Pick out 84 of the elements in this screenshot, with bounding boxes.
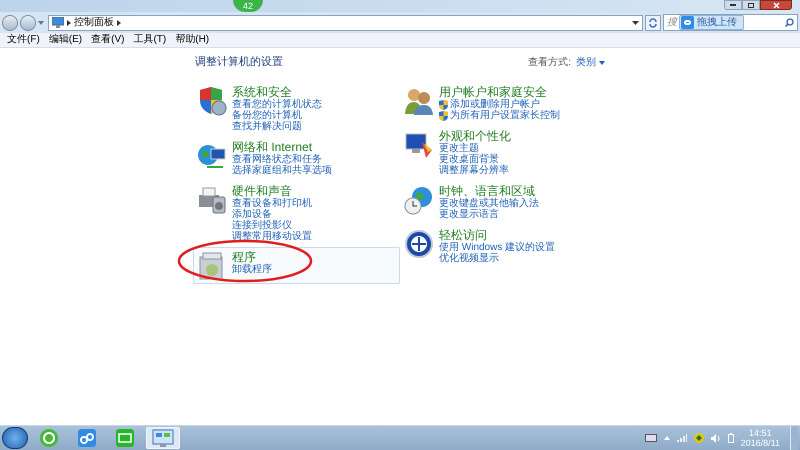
category-link[interactable]: 选择家庭组和共享选项	[232, 165, 332, 176]
clock-globe-icon	[404, 185, 434, 215]
control-panel-icon	[152, 428, 174, 448]
close-button[interactable]	[760, 0, 792, 10]
forward-button[interactable]	[20, 14, 36, 30]
category-title[interactable]: 外观和个性化	[439, 129, 511, 143]
battery-icon	[728, 433, 734, 443]
category-link[interactable]: 添加或删除用户帐户	[450, 99, 540, 110]
category-item[interactable]: 时钟、语言和区域 更改键盘或其他输入法 更改显示语言	[400, 181, 607, 223]
accessibility-icon	[404, 229, 434, 259]
computer-icon	[52, 17, 64, 28]
address-field[interactable]: 控制面板	[48, 14, 643, 30]
category-link[interactable]: 调整屏幕分辨率	[439, 165, 509, 176]
menu-item[interactable]: 帮助(H)	[175, 35, 210, 45]
category-link[interactable]: 更改主题	[439, 143, 479, 154]
clock-time: 14:51	[749, 428, 772, 438]
menu-item[interactable]: 文件(F)	[7, 35, 40, 45]
category-link[interactable]: 查看网络状态和任务	[232, 154, 322, 165]
category-link[interactable]: 查看您的计算机状态	[232, 99, 322, 110]
breadcrumb-item[interactable]: 控制面板	[74, 18, 114, 28]
dropdown-caret-icon	[599, 60, 605, 64]
menu-item[interactable]: 查看(V)	[91, 35, 124, 45]
category-item[interactable]: 用户帐户和家庭安全 添加或删除用户帐户 为所有用户设置家长控制	[400, 82, 607, 124]
category-link[interactable]: 为所有用户设置家长控制	[450, 110, 560, 121]
shield-icon	[439, 100, 448, 110]
category-link[interactable]: 连接到投影仪	[232, 220, 292, 231]
category-title[interactable]: 程序	[232, 250, 272, 264]
category-item[interactable]: 系统和安全 查看您的计算机状态 备份您的计算机 查找并解决问题	[193, 82, 400, 135]
category-link[interactable]: 查看设备和打印机	[232, 198, 312, 209]
security-icon	[694, 433, 704, 443]
category-link[interactable]: 优化视频显示	[439, 253, 499, 264]
shield-icon	[439, 110, 448, 120]
printer-icon	[197, 185, 227, 215]
keyboard-icon	[644, 434, 657, 442]
category-link[interactable]: 使用 Windows 建议的设置	[439, 242, 556, 253]
chevron-icon	[117, 20, 121, 26]
category-title[interactable]: 网络和 Internet	[232, 140, 332, 154]
category-link[interactable]: 添加设备	[232, 209, 272, 220]
search-field[interactable]: 搜	[667, 18, 677, 28]
cloud-icon	[77, 428, 97, 448]
refresh-icon	[648, 18, 658, 28]
shield-icon	[197, 86, 227, 116]
page-heading: 调整计算机的设置	[195, 57, 283, 68]
view-by-dropdown[interactable]: 类别	[576, 58, 605, 68]
category-title[interactable]: 硬件和声音	[232, 184, 312, 198]
browser-icon	[39, 428, 59, 448]
refresh-button[interactable]	[645, 14, 661, 30]
category-title[interactable]: 时钟、语言和区域	[439, 184, 539, 198]
minimize-button[interactable]	[724, 0, 742, 10]
category-link[interactable]: 备份您的计算机	[232, 110, 302, 121]
category-highlight[interactable]: 程序 卸载程序	[193, 247, 400, 284]
dropdown-caret-icon[interactable]	[632, 20, 639, 24]
clock-date: 2016/8/11	[740, 438, 780, 448]
up-arrow-icon	[664, 436, 670, 440]
search-icon	[785, 18, 794, 27]
category-title[interactable]: 系统和安全	[232, 85, 322, 99]
category-item[interactable]: 外观和个性化 更改主题 更改桌面背景 调整屏幕分辨率	[400, 126, 607, 179]
signal-icon	[676, 434, 687, 442]
category-link[interactable]: 调整常用移动设置	[232, 231, 312, 242]
category-item[interactable]: 硬件和声音 查看设备和打印机 添加设备 连接到投影仪 调整常用移动设置	[193, 181, 400, 245]
video-app-icon	[115, 428, 135, 448]
view-by-label: 查看方式:	[528, 58, 571, 68]
notification-badge: 42	[233, 0, 263, 12]
back-button[interactable]	[2, 14, 18, 30]
category-link[interactable]: 更改键盘或其他输入法	[439, 198, 539, 209]
start-button[interactable]	[2, 427, 28, 449]
category-link[interactable]: 卸载程序	[232, 264, 272, 275]
users-icon	[404, 86, 434, 116]
menu-item[interactable]: 工具(T)	[133, 35, 166, 45]
category-item[interactable]: 轻松访问 使用 Windows 建议的设置 优化视频显示	[400, 225, 607, 267]
category-link[interactable]: 更改显示语言	[439, 209, 499, 220]
taskbar-button[interactable]	[146, 427, 180, 449]
close-icon	[772, 2, 780, 8]
upload-button[interactable]: 拖拽上传	[679, 15, 744, 30]
category-title[interactable]: 轻松访问	[439, 228, 556, 242]
category-link[interactable]: 更改桌面背景	[439, 154, 499, 165]
maximize-button[interactable]	[742, 0, 760, 10]
dropdown-caret-icon	[38, 20, 44, 24]
category-item[interactable]: 网络和 Internet 查看网络状态和任务 选择家庭组和共享选项	[193, 137, 400, 179]
category-link[interactable]: 查找并解决问题	[232, 121, 302, 132]
chevron-icon	[67, 20, 71, 26]
speaker-icon	[710, 434, 721, 442]
category-title[interactable]: 用户帐户和家庭安全	[439, 85, 560, 99]
menu-item[interactable]: 编辑(E)	[48, 35, 82, 45]
